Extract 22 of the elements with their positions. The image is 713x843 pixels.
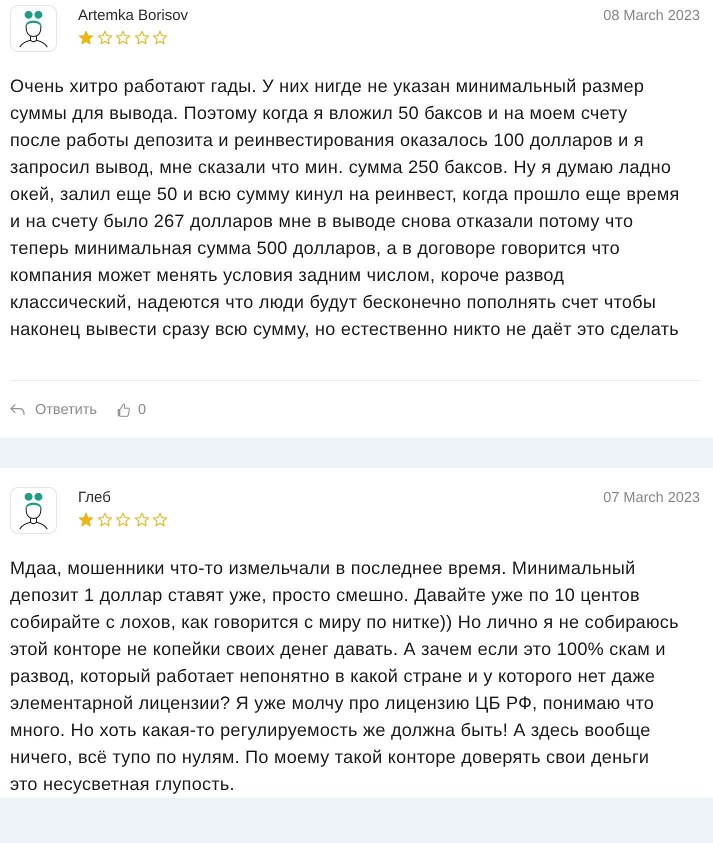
star-icon [96,512,112,527]
reply-icon [10,404,25,415]
star-icon [134,30,150,45]
review-date: 08 March 2023 [603,7,700,25]
avatar-icon [10,487,57,534]
review-date: 07 March 2023 [603,489,700,507]
star-icon [96,30,112,45]
star-icon [115,30,131,45]
author-name: Artemka Borisov [78,7,188,25]
star-icon [78,512,94,527]
review-text: Очень хитро работают гады. У них нигде не указан минимальный размер суммы для вывода. Поэтому когда я вложил 50 баксов и на моем счету после работы депозита и реинвестирования оказалось 100 долларов и я запросил вывод, мне сказали что мин. сумма 250 баксов. Ну я думаю ладно окей, залил еще 50 и всю сумму кинул на реинвест, когда прошло еще время и на счету было 267 долларов мне в выводе снова отказали потому что теперь минимальная сумма 500 долларов, а в договоре говорится что компания может менять условия задним числом, короче развод классический, надеются что люди будут бесконечно пополнять счет чтобы наконец вывести сразу всю сумму, но естественно никто не даёт это сделать [10,75,680,341]
star-icon [115,512,131,527]
like-button[interactable]: 0 [116,402,146,418]
star-icon [134,512,150,527]
avatar-icon [10,5,57,52]
author-name: Глеб [78,489,112,507]
review-text: Мдаа, мошенники что-то измельчали в последнее время. Минимальный депозит 1 доллар ставят уже, просто смешно. Давайте уже по 10 центов собирайте с лохов, как говорится с миру по нитке)) Но лично я не собираюсь этой конторе не копейки своих денег давать. А зачем если это 100% скам и развод, который работает непонятно в какой стране и у которого нет даже элементарной лицензии? Я уже молчу про лицензию ЦБ РФ, понимаю что много. Но хоть какая-то регулируемость же должна быть! А здесь вообще ничего, всё тупо по нулям. По моему такой конторе доверять свои деньги это несусветная глупость. [10,557,680,796]
star-icon [152,512,168,527]
star-icon [152,30,168,45]
reply-button[interactable]: Ответить [10,402,97,418]
star-icon [78,30,94,45]
thumbs-up-icon [116,402,130,416]
